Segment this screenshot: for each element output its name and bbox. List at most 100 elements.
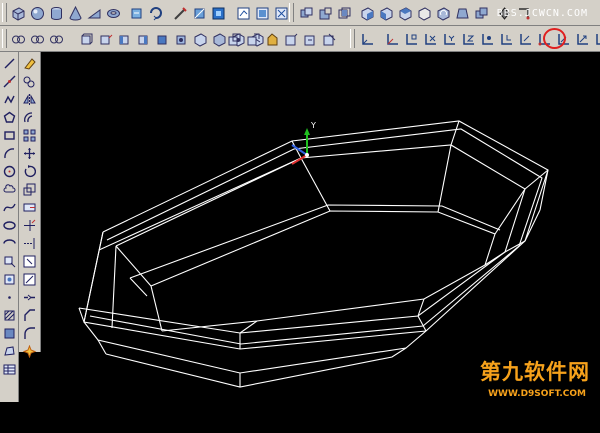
hatch-icon[interactable]	[2, 308, 17, 323]
break-icon[interactable]	[22, 272, 37, 287]
rotate-icon[interactable]	[22, 164, 37, 179]
toolbar-row-modeling: BBS.JCWCN.COM	[0, 0, 600, 26]
extend-icon[interactable]	[22, 236, 37, 251]
ucs-z-icon[interactable]	[460, 31, 477, 48]
ucs-apply-icon[interactable]	[574, 31, 591, 48]
join-icon[interactable]	[22, 290, 37, 305]
chamfer-icon[interactable]	[22, 308, 37, 323]
xline-icon[interactable]	[2, 74, 17, 89]
cone-icon[interactable]	[67, 5, 84, 22]
trim-icon[interactable]	[22, 218, 37, 233]
ucs-x-icon[interactable]	[593, 31, 600, 48]
ucs-face-icon[interactable]	[264, 31, 281, 48]
region-icon[interactable]	[2, 344, 17, 359]
polygon-icon[interactable]	[2, 110, 17, 125]
break-point-icon[interactable]	[22, 254, 37, 269]
interfere-icon[interactable]	[210, 5, 227, 22]
ucs-x-icon[interactable]	[422, 31, 439, 48]
ellipse-icon[interactable]	[2, 218, 17, 233]
watermark-bottom-sub: WWW.D9SOFT.COM	[488, 389, 586, 399]
fillet-icon[interactable]	[22, 326, 37, 341]
view-left-icon[interactable]	[116, 31, 133, 48]
ucs-zaxis-icon[interactable]	[384, 31, 401, 48]
wireframe-edges	[78, 120, 549, 388]
subtract-icon[interactable]	[317, 5, 334, 22]
ucs-y-icon[interactable]	[441, 31, 458, 48]
view-toolbar-2	[220, 28, 340, 50]
explode-icon[interactable]	[22, 344, 37, 359]
insert-block-icon[interactable]	[2, 254, 17, 269]
spline-icon[interactable]	[2, 200, 17, 215]
continuous-orbit-icon[interactable]	[29, 31, 46, 48]
ucs-icon[interactable]	[359, 31, 376, 48]
arc-icon[interactable]	[2, 146, 17, 161]
cylinder-icon[interactable]	[48, 5, 65, 22]
ucs-3point-icon[interactable]	[403, 31, 420, 48]
ucs-axis-icon	[291, 128, 310, 165]
circle-icon[interactable]	[2, 164, 17, 179]
line-icon[interactable]	[2, 56, 17, 71]
slice-icon[interactable]	[172, 5, 189, 22]
modeling-toolbar	[4, 2, 292, 24]
ucs-object-icon[interactable]	[283, 31, 300, 48]
taper-faces-icon[interactable]	[454, 5, 471, 22]
union-icon[interactable]	[298, 5, 315, 22]
delete-faces-icon[interactable]	[416, 5, 433, 22]
stretch-icon[interactable]	[22, 200, 37, 215]
polyline-icon[interactable]	[2, 92, 17, 107]
ucs-view-icon[interactable]	[302, 31, 319, 48]
ucs-y-label: Y	[310, 121, 316, 130]
offset-faces-icon[interactable]	[397, 5, 414, 22]
drawing-viewport[interactable]: Y	[41, 52, 600, 402]
view-front-icon[interactable]	[154, 31, 171, 48]
ucs-world-icon[interactable]	[226, 31, 243, 48]
watermark-top: BBS.JCWCN.COM	[496, 8, 588, 19]
sphere-icon[interactable]	[29, 5, 46, 22]
watermark-bottom: 第九软件网	[480, 360, 590, 384]
setup-profile-icon[interactable]	[273, 5, 290, 22]
wedge-icon[interactable]	[86, 5, 103, 22]
extrude-icon[interactable]	[128, 5, 145, 22]
rectangle-icon[interactable]	[2, 128, 17, 143]
view-right-icon[interactable]	[135, 31, 152, 48]
revolve-icon[interactable]	[147, 5, 164, 22]
make-block-icon[interactable]	[2, 272, 17, 287]
revcloud-icon[interactable]	[2, 182, 17, 197]
copy-faces-icon[interactable]	[473, 5, 490, 22]
torus-icon[interactable]	[105, 5, 122, 22]
mirror-icon[interactable]	[22, 92, 37, 107]
intersect-icon[interactable]	[336, 5, 353, 22]
point-icon[interactable]	[2, 290, 17, 305]
ucs-origin-icon[interactable]	[321, 31, 338, 48]
setup-view-icon[interactable]	[254, 5, 271, 22]
rotate-faces-icon[interactable]	[435, 5, 452, 22]
box-icon[interactable]	[10, 5, 27, 22]
table-icon[interactable]	[2, 362, 17, 377]
setup-drawing-icon[interactable]	[235, 5, 252, 22]
copy-icon[interactable]	[22, 74, 37, 89]
orbit-icon[interactable]	[10, 31, 27, 48]
move-icon[interactable]	[22, 146, 37, 161]
view-top-icon[interactable]	[78, 31, 95, 48]
view-sw-icon[interactable]	[192, 31, 209, 48]
ellipse-arc-icon[interactable]	[2, 236, 17, 251]
ucs-view-icon[interactable]	[498, 31, 515, 48]
erase-icon[interactable]	[22, 56, 37, 71]
move-faces-icon[interactable]	[378, 5, 395, 22]
extrude-faces-icon[interactable]	[359, 5, 376, 22]
toolbar-row-view-ucs	[0, 26, 600, 52]
orbit-toolbar	[4, 28, 67, 50]
ucs-object-icon[interactable]	[479, 31, 496, 48]
text-tool-button[interactable]: A	[3, 418, 12, 433]
ucs-face-icon[interactable]	[517, 31, 534, 48]
view-bottom-icon[interactable]	[97, 31, 114, 48]
gradient-icon[interactable]	[2, 326, 17, 341]
camera-icon[interactable]	[48, 31, 65, 48]
offset-icon[interactable]	[22, 110, 37, 125]
section-icon[interactable]	[191, 5, 208, 22]
modify-toolbar	[19, 52, 41, 358]
array-icon[interactable]	[22, 128, 37, 143]
scale-icon[interactable]	[22, 182, 37, 197]
view-back-icon[interactable]	[173, 31, 190, 48]
ucs-previous-icon[interactable]	[245, 31, 262, 48]
